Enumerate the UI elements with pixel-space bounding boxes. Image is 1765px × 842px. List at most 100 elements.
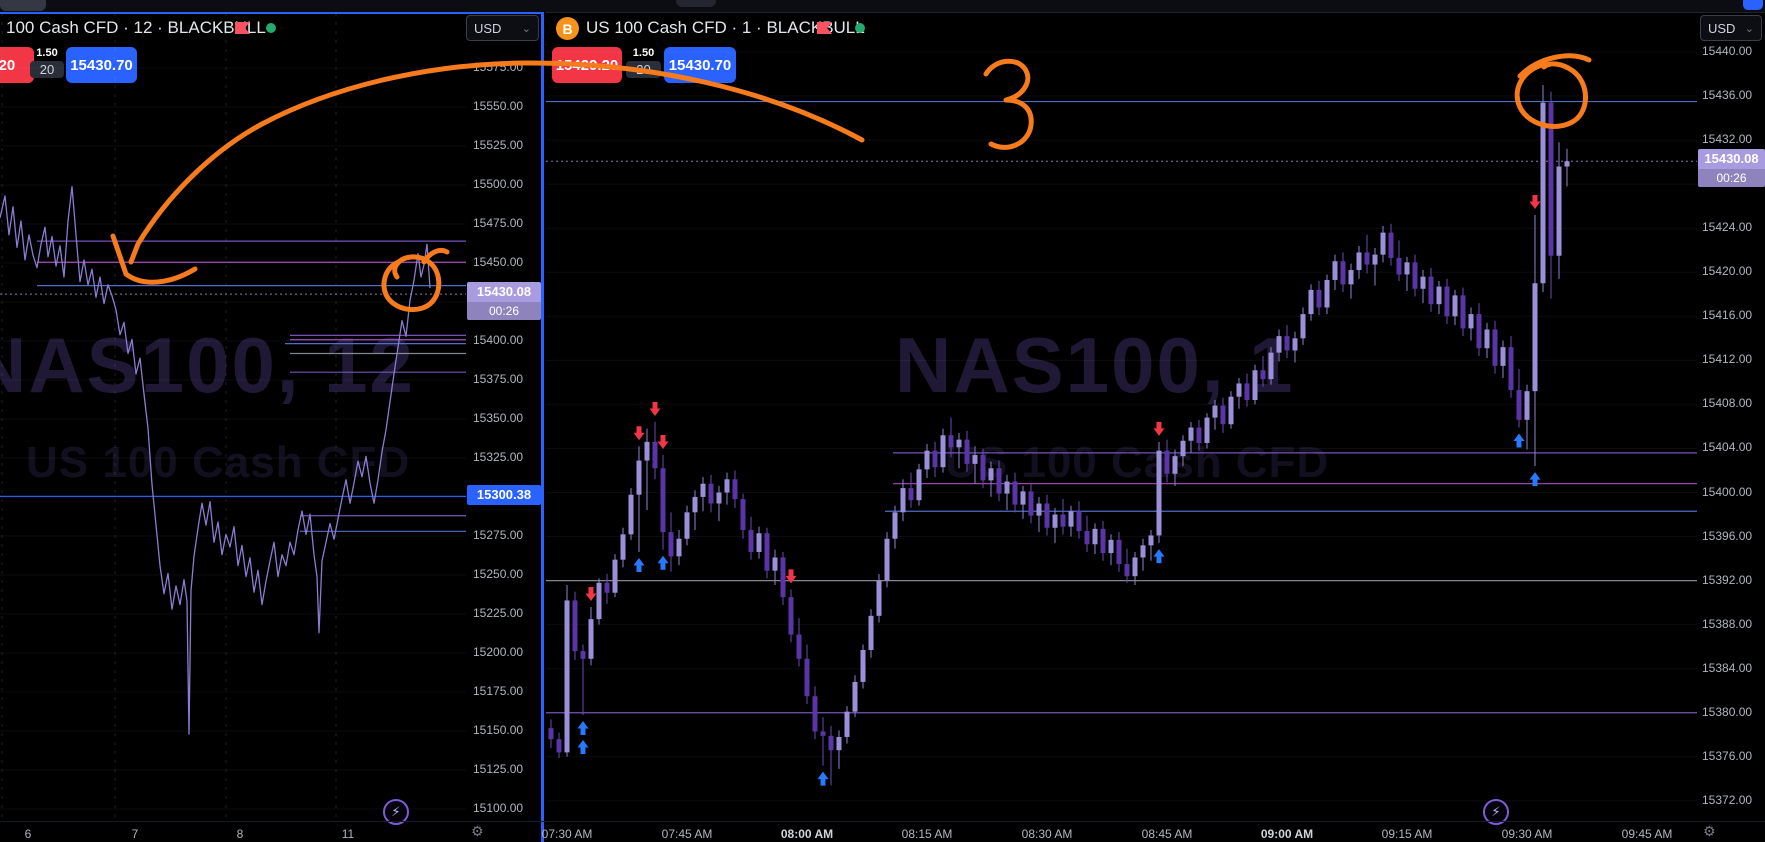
time-tick-label[interactable]: 7 [132,827,139,841]
right-chart-plot[interactable] [546,13,1698,822]
candle-body[interactable] [1412,262,1418,289]
candle-body[interactable] [788,597,794,635]
candle-body[interactable] [1260,370,1266,380]
browser-tab-fragment[interactable] [676,0,716,7]
candle-body[interactable] [556,739,562,753]
candle-body[interactable] [1100,528,1106,554]
candle-body[interactable] [1316,289,1322,308]
candle-body[interactable] [1268,352,1274,380]
time-tick-label[interactable]: 07:30 AM [542,827,593,841]
candle-body[interactable] [1564,161,1570,167]
chart-canvas[interactable] [0,13,468,822]
candle-body[interactable] [1028,491,1034,516]
candle-body[interactable] [804,658,810,697]
time-tick-label[interactable]: 09:45 AM [1622,827,1673,841]
candle-body[interactable] [1148,535,1154,546]
candle-body[interactable] [1252,370,1258,400]
candle-body[interactable] [1196,427,1202,443]
candle-body[interactable] [1084,531,1090,545]
candle-body[interactable] [660,468,666,533]
candle-body[interactable] [1052,514,1058,528]
candle-body[interactable] [772,557,778,571]
candle-body[interactable] [884,538,890,581]
right-price-axis[interactable]: 15440.0015436.0015432.0015428.0015424.00… [1698,13,1765,822]
candle-body[interactable] [828,735,834,751]
candle-body[interactable] [1524,391,1530,420]
candle-body[interactable] [980,455,986,481]
candle-body[interactable] [764,533,770,571]
candle-body[interactable] [628,494,634,535]
candle-body[interactable] [732,479,738,500]
candle-body[interactable] [1276,336,1282,353]
candle-body[interactable] [844,711,850,737]
candle-body[interactable] [1132,557,1138,577]
candle-body[interactable] [1324,279,1330,308]
panel-divider[interactable] [541,12,544,842]
candle-body[interactable] [1476,314,1482,349]
candle-body[interactable] [1004,481,1010,494]
candle-body[interactable] [1500,347,1506,366]
time-tick-label[interactable]: 08:30 AM [1022,827,1073,841]
candle-body[interactable] [1204,417,1210,443]
candle-body[interactable] [1548,102,1554,256]
candle-body[interactable] [1300,314,1306,339]
candle-body[interactable] [636,460,642,495]
time-tick-label[interactable]: 09:30 AM [1502,827,1553,841]
candle-body[interactable] [972,455,978,464]
candle-body[interactable] [996,468,1002,494]
candle-body[interactable] [1044,503,1050,528]
candle-body[interactable] [1172,456,1178,474]
chart-canvas[interactable] [546,13,1698,822]
candle-body[interactable] [620,534,626,560]
candle-body[interactable] [1540,102,1546,284]
candle-body[interactable] [852,681,858,712]
candle-body[interactable] [692,496,698,513]
time-tick-label[interactable]: 6 [25,827,32,841]
candle-body[interactable] [1228,396,1234,425]
candle-body[interactable] [1436,286,1442,305]
candle-body[interactable] [860,649,866,682]
candle-body[interactable] [1076,511,1082,532]
candle-body[interactable] [1060,514,1066,527]
time-tick-label[interactable]: 07:45 AM [662,827,713,841]
candle-body[interactable] [948,435,954,448]
candle-body[interactable] [924,450,930,470]
candle-body[interactable] [932,450,938,468]
candle-body[interactable] [1484,329,1490,349]
candle-body[interactable] [1492,329,1498,366]
candle-body[interactable] [1180,440,1186,457]
candle-body[interactable] [748,529,754,552]
candle-body[interactable] [1532,283,1538,392]
time-tick-label[interactable]: 09:15 AM [1382,827,1433,841]
candle-body[interactable] [1236,383,1242,397]
candle-body[interactable] [1292,338,1298,351]
candle-body[interactable] [1220,405,1226,425]
candle-body[interactable] [612,559,618,593]
candle-body[interactable] [596,582,602,620]
candle-body[interactable] [684,512,690,539]
candle-body[interactable] [868,615,874,650]
candle-body[interactable] [572,600,578,652]
candle-body[interactable] [908,488,914,501]
candle-body[interactable] [1420,276,1426,289]
candle-body[interactable] [1452,295,1458,317]
candle-body[interactable] [1516,390,1522,420]
candle-body[interactable] [1068,511,1074,527]
candle-body[interactable] [708,483,714,504]
candle-body[interactable] [1340,261,1346,285]
candle-body[interactable] [716,492,722,504]
candle-body[interactable] [756,533,762,552]
candle-body[interactable] [940,435,946,468]
candle-body[interactable] [836,736,842,751]
candle-body[interactable] [1036,503,1042,516]
candle-body[interactable] [988,468,994,481]
candle-body[interactable] [812,696,818,732]
candle-body[interactable] [956,439,962,448]
candle-body[interactable] [1124,564,1130,577]
candle-body[interactable] [1396,257,1402,275]
candle-body[interactable] [820,731,826,736]
candle-body[interactable] [644,441,650,461]
candle-body[interactable] [1212,405,1218,418]
candle-body[interactable] [588,619,594,659]
candle-body[interactable] [1140,545,1146,558]
